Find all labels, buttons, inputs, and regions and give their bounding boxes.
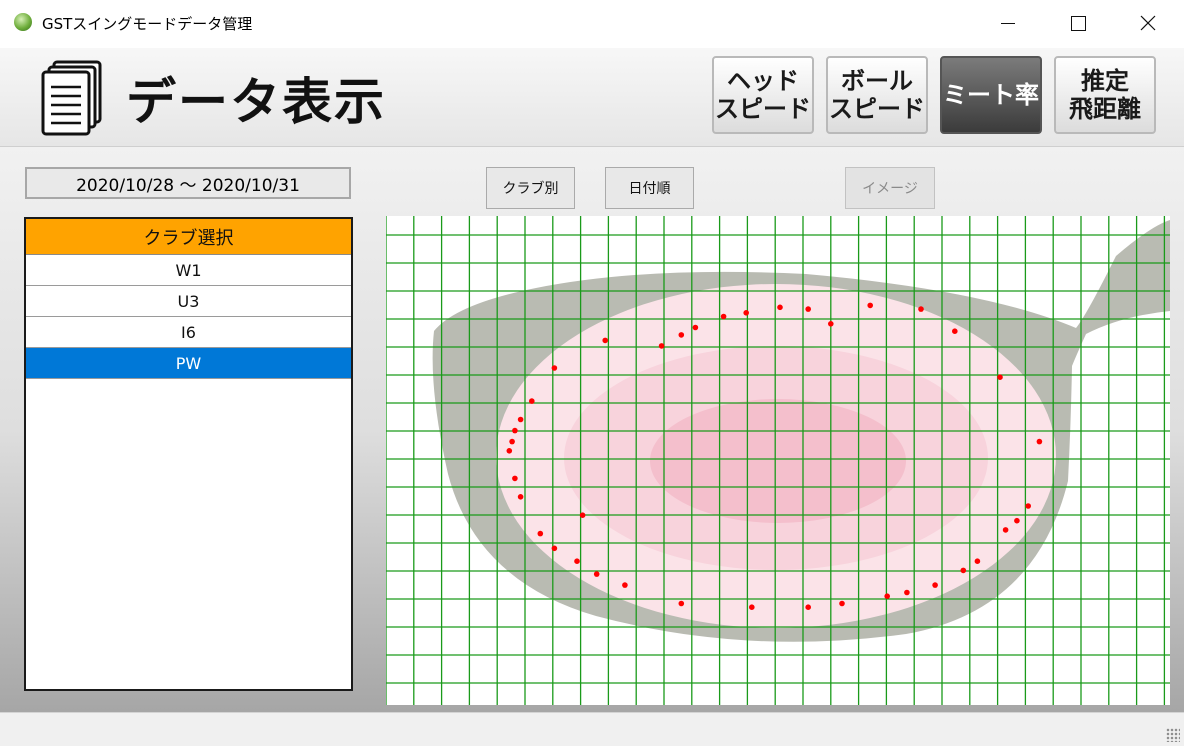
hit-point	[974, 558, 981, 564]
head-speed-button[interactable]: ヘッド スピード	[712, 56, 814, 134]
impact-chart	[385, 216, 1171, 705]
estimated-distance-button[interactable]: 推定 飛距離	[1054, 56, 1156, 134]
close-button[interactable]	[1118, 0, 1178, 46]
hit-point	[805, 604, 811, 610]
meet-rate-button[interactable]: ミート率	[940, 56, 1042, 134]
hit-point	[551, 545, 558, 552]
club-item-w1[interactable]: W1	[26, 255, 351, 286]
hit-point	[997, 374, 1003, 380]
header: データ表示 ヘッド スピード ボール スピード ミート率 推定 飛距離	[0, 48, 1184, 147]
hit-point	[828, 321, 834, 327]
hit-point	[805, 306, 811, 312]
impact-chart-svg	[385, 216, 1171, 705]
main-area: 2020/10/28 ～ 2020/10/31 クラブ別 日付順 イメージ クラ…	[0, 147, 1184, 712]
page-title: データ表示	[126, 73, 386, 131]
hit-point	[506, 448, 513, 454]
hit-point	[678, 600, 685, 607]
hit-point	[602, 337, 608, 344]
hit-point	[720, 313, 727, 320]
club-item-u3[interactable]: U3	[26, 286, 351, 317]
hit-point	[743, 310, 749, 316]
hit-point	[593, 571, 600, 577]
hit-point	[512, 427, 518, 434]
window-titlebar: GSTスイングモードデータ管理	[0, 0, 1184, 48]
minimize-button[interactable]	[978, 0, 1038, 46]
club-item-i6[interactable]: I6	[26, 317, 351, 348]
hit-point	[678, 332, 685, 338]
hit-point	[884, 593, 890, 599]
hit-point	[622, 582, 628, 588]
app-icon	[14, 13, 32, 31]
hit-point	[918, 306, 924, 312]
hit-point	[839, 600, 845, 607]
by-club-button[interactable]: クラブ別	[486, 167, 575, 209]
hit-point	[952, 328, 958, 334]
hit-point	[509, 438, 515, 445]
hit-point	[904, 589, 910, 596]
hit-point	[529, 398, 535, 404]
club-select-header: クラブ選択	[26, 219, 351, 255]
hit-point	[574, 558, 580, 564]
status-bar	[0, 712, 1184, 746]
club-item-pw[interactable]: PW	[26, 348, 351, 379]
maximize-icon	[1070, 15, 1086, 31]
hit-point	[517, 416, 524, 423]
minimize-icon	[1001, 22, 1015, 24]
hit-point	[960, 567, 967, 574]
window-title: GSTスイングモードデータ管理	[42, 15, 253, 33]
hit-point	[867, 302, 873, 309]
hit-point	[517, 494, 524, 500]
hit-point	[1002, 527, 1009, 533]
maximize-button[interactable]	[1048, 0, 1108, 46]
hit-point	[537, 530, 544, 537]
hit-point	[551, 365, 558, 371]
resize-grip-icon[interactable]	[1166, 728, 1180, 742]
documents-icon	[41, 60, 102, 136]
hit-point	[1014, 517, 1020, 524]
hit-point	[1025, 503, 1031, 509]
club-select-panel: クラブ選択 W1 U3 I6 PW	[24, 217, 353, 691]
by-date-button[interactable]: 日付順	[605, 167, 694, 209]
hit-point	[692, 324, 699, 331]
image-button[interactable]: イメージ	[845, 167, 935, 209]
hit-point	[512, 475, 518, 482]
hit-point	[777, 304, 783, 311]
ball-speed-button[interactable]: ボール スピード	[826, 56, 928, 134]
hit-point	[658, 343, 665, 349]
hit-point	[1036, 438, 1043, 445]
hit-point	[579, 512, 586, 518]
hit-point	[932, 582, 938, 588]
date-range-field[interactable]: 2020/10/28 ～ 2020/10/31	[25, 167, 351, 199]
hit-point	[749, 604, 755, 610]
sweet-spot-zone-3	[650, 399, 906, 523]
close-icon	[1140, 15, 1156, 31]
